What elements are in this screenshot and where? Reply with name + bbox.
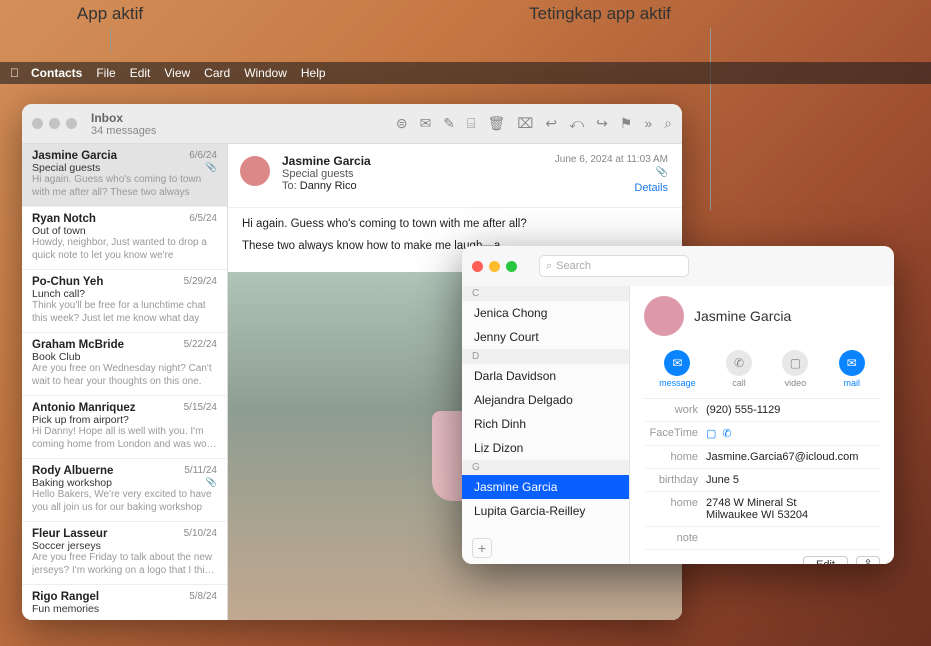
attachment-icon: 📎 — [555, 167, 668, 178]
facetime-audio-icon: ✆ — [722, 427, 731, 440]
mail-list-item[interactable]: Po-Chun Yeh5/29/24 Lunch call? Think you… — [22, 270, 227, 333]
contact-field-row: homeJasmine.Garcia67@icloud.com — [644, 446, 880, 469]
mail-list-item[interactable]: Jasmine Garcia6/6/24 Special guests📎 Hi … — [22, 144, 227, 207]
maximize-icon[interactable] — [506, 261, 517, 272]
more-icon[interactable]: » — [644, 115, 652, 132]
contact-field-row: FaceTime▢✆ — [644, 422, 880, 446]
add-contact-button[interactable]: + — [472, 538, 492, 558]
mail-list-item[interactable]: Rody Albuerne5/11/24 Baking workshop📎 He… — [22, 459, 227, 522]
call-button[interactable]: ✆call — [726, 350, 752, 388]
share-button[interactable]: ⇪ — [856, 556, 880, 564]
mail-inbox-title: Inbox 34 messages — [91, 111, 156, 137]
maximize-icon[interactable] — [66, 118, 77, 129]
junk-icon[interactable]: ⌧ — [517, 115, 533, 132]
close-icon[interactable] — [472, 261, 483, 272]
compose-icon[interactable]: ✎ — [443, 115, 455, 132]
forward-icon[interactable]: ↪ — [596, 115, 608, 132]
contact-card: Jasmine Garcia ✉message ✆call ▢video ✉ma… — [630, 286, 894, 564]
contacts-titlebar: ⌕ Search — [462, 246, 894, 286]
mail-list-item[interactable]: Rigo Rangel5/8/24 Fun memories — [22, 585, 227, 620]
contact-avatar — [644, 296, 684, 336]
contact-list-item[interactable]: Jasmine Garcia — [462, 475, 629, 499]
menu-edit[interactable]: Edit — [130, 66, 151, 80]
video-button[interactable]: ▢video — [782, 350, 808, 388]
callout-app-active: App aktif — [50, 4, 170, 52]
minimize-icon[interactable] — [489, 261, 500, 272]
edit-button[interactable]: Edit — [803, 556, 848, 564]
list-separator: C — [462, 286, 629, 301]
recipient-name: Danny Rico — [300, 180, 357, 192]
menu-card[interactable]: Card — [204, 66, 230, 80]
contact-list-item[interactable]: Liz Dizon — [462, 436, 629, 460]
close-icon[interactable] — [32, 118, 43, 129]
sender-avatar — [240, 156, 270, 186]
inbox-label: Inbox — [91, 111, 156, 125]
contacts-window: ⌕ Search CJenica ChongJenny CourtDDarla … — [462, 246, 894, 564]
video-icon: ▢ — [782, 350, 808, 376]
contact-field-row: work(920) 555-1129 — [644, 399, 880, 422]
mail-message-header: Jasmine Garcia Special guests To: Danny … — [228, 144, 682, 208]
facetime-video-icon: ▢ — [706, 427, 716, 440]
phone-icon: ✆ — [726, 350, 752, 376]
callout-line — [110, 28, 111, 52]
message-icon: ✉ — [664, 350, 690, 376]
menu-app[interactable]: Contacts — [31, 66, 82, 80]
list-separator: D — [462, 349, 629, 364]
contact-list-item[interactable]: Jenny Court — [462, 325, 629, 349]
menubar:  Contacts File Edit View Card Window He… — [0, 62, 931, 84]
trash-icon[interactable]: 🗑 — [487, 115, 505, 132]
reply-all-icon[interactable]: ⤺ — [569, 115, 584, 132]
mail-list-item[interactable]: Antonio Manriquez5/15/24 Pick up from ai… — [22, 396, 227, 459]
list-separator: G — [462, 460, 629, 475]
contact-field-row: home2748 W Mineral StMilwaukee WI 53204 — [644, 492, 880, 527]
mail-list-item[interactable]: Graham McBride5/22/24 Book Club Are you … — [22, 333, 227, 396]
contact-list-item[interactable]: Alejandra Delgado — [462, 388, 629, 412]
search-input[interactable]: ⌕ Search — [539, 255, 689, 277]
mail-button[interactable]: ✉mail — [839, 350, 865, 388]
mail-traffic-lights — [32, 118, 77, 129]
menu-window[interactable]: Window — [244, 66, 287, 80]
minimize-icon[interactable] — [49, 118, 60, 129]
contact-actions: ✉message ✆call ▢video ✉mail — [644, 350, 880, 388]
mail-list-item[interactable]: Ryan Notch6/5/24 Out of town Howdy, neig… — [22, 207, 227, 270]
contact-list-item[interactable]: Lupita Garcia-Reilley — [462, 499, 629, 523]
to-label: To: — [282, 180, 297, 192]
search-placeholder: Search — [556, 260, 591, 272]
filter-icon[interactable]: ⊜ — [396, 115, 408, 132]
contacts-list[interactable]: CJenica ChongJenny CourtDDarla DavidsonA… — [462, 286, 630, 564]
message-date: June 6, 2024 at 11:03 AM — [555, 154, 668, 165]
callout-line — [710, 28, 711, 210]
mail-icon: ✉ — [839, 350, 865, 376]
message-line: Hi again. Guess who's coming to town wit… — [242, 218, 668, 230]
inbox-count: 34 messages — [91, 125, 156, 137]
contact-list-item[interactable]: Darla Davidson — [462, 364, 629, 388]
contact-field-row: birthdayJune 5 — [644, 469, 880, 492]
mail-message-list[interactable]: Jasmine Garcia6/6/24 Special guests📎 Hi … — [22, 144, 228, 620]
reply-icon[interactable]: ↩ — [545, 115, 557, 132]
menu-help[interactable]: Help — [301, 66, 326, 80]
envelope-icon[interactable]: ✉ — [420, 115, 432, 132]
search-icon: ⌕ — [546, 260, 552, 273]
mail-list-item[interactable]: Fleur Lasseur5/10/24 Soccer jerseys Are … — [22, 522, 227, 585]
menu-file[interactable]: File — [96, 66, 115, 80]
callout-label: App aktif — [77, 4, 143, 23]
mail-titlebar: Inbox 34 messages ⊜ ✉ ✎ ⌸ 🗑 ⌧ ↩ ⤺ ↪ ⚑ » … — [22, 104, 682, 144]
message-button[interactable]: ✉message — [659, 350, 696, 388]
archive-icon[interactable]: ⌸ — [467, 115, 475, 132]
contacts-traffic-lights — [472, 261, 517, 272]
contact-name: Jasmine Garcia — [694, 308, 791, 324]
contact-list-item[interactable]: Rich Dinh — [462, 412, 629, 436]
callout-label: Tetingkap app aktif — [529, 4, 671, 23]
contact-list-item[interactable]: Jenica Chong — [462, 301, 629, 325]
flag-icon[interactable]: ⚑ — [620, 115, 633, 132]
contact-field-row: note — [644, 527, 880, 550]
apple-menu-icon[interactable]:  — [10, 66, 19, 80]
mail-toolbar: ⊜ ✉ ✎ ⌸ 🗑 ⌧ ↩ ⤺ ↪ ⚑ » ⌕ — [396, 115, 672, 132]
menu-view[interactable]: View — [164, 66, 190, 80]
contact-footer: Edit ⇪ — [644, 550, 880, 564]
details-link[interactable]: Details — [555, 182, 668, 194]
search-icon[interactable]: ⌕ — [664, 115, 672, 132]
contact-fields: work(920) 555-1129FaceTime▢✆homeJasmine.… — [644, 398, 880, 550]
contacts-body: CJenica ChongJenny CourtDDarla DavidsonA… — [462, 286, 894, 564]
